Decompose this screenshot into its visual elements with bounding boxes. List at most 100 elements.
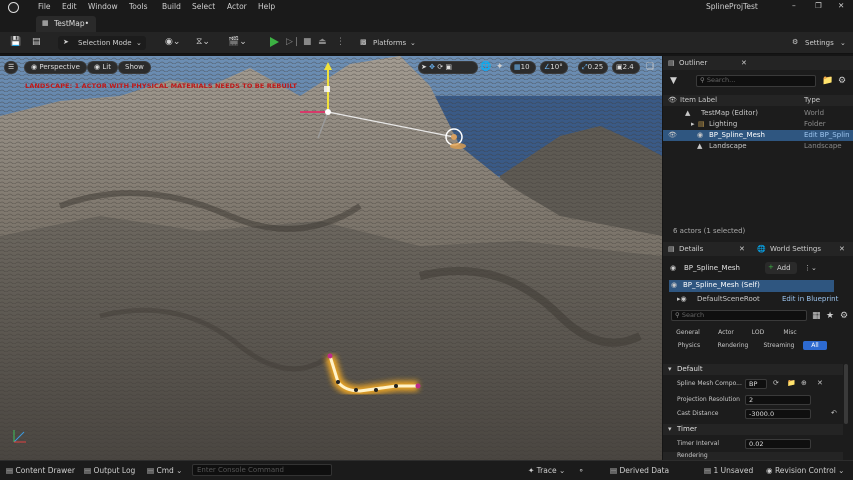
clear-icon[interactable]: ✕ bbox=[817, 379, 823, 387]
details-search-input[interactable]: ⚲ Search bbox=[671, 310, 807, 321]
outliner-row-lighting[interactable]: ▸ ▤ Lighting Folder bbox=[663, 119, 853, 130]
select-tool-icon[interactable]: ➤ bbox=[421, 63, 427, 71]
outliner-close-icon[interactable]: ✕ bbox=[741, 59, 747, 67]
show-button[interactable]: Show bbox=[118, 61, 151, 74]
cinematics-icon[interactable]: 🎬⌄ bbox=[228, 37, 247, 47]
transform-tools[interactable]: ➤ ✥ ⟳ ▣ bbox=[418, 61, 478, 74]
menu-file[interactable]: File bbox=[38, 2, 51, 11]
stop-icon[interactable]: ■ bbox=[303, 37, 312, 47]
add-component-button[interactable]: + Add bbox=[765, 262, 797, 274]
outliner-settings-icon[interactable]: ⚙ bbox=[838, 76, 846, 86]
add-folder-icon[interactable]: 📁 bbox=[822, 76, 833, 86]
outliner-row-landscape[interactable]: ▲ Landscape Landscape bbox=[663, 141, 853, 152]
section-default[interactable]: ▾ Default bbox=[663, 364, 843, 375]
filter-actor[interactable]: Actor bbox=[711, 328, 741, 337]
blueprint-icon[interactable]: ⧖⌄ bbox=[196, 37, 210, 47]
more-options-icon[interactable]: ⋮ bbox=[336, 37, 345, 47]
component-self-row[interactable]: ◉ BP_Spline_Mesh (Self) bbox=[669, 280, 834, 292]
outliner-col-type[interactable]: Type bbox=[804, 96, 820, 104]
content-icon[interactable]: ▤ bbox=[32, 37, 41, 47]
menu-window[interactable]: Window bbox=[88, 2, 118, 11]
visibility-icon[interactable]: 👁 bbox=[668, 131, 677, 139]
outliner-row-bp-spline-mesh[interactable]: 👁 ◉ BP_Spline_Mesh Edit BP_Splin bbox=[663, 130, 853, 141]
minimize-icon[interactable]: – bbox=[792, 1, 796, 10]
filter-rendering[interactable]: Rendering bbox=[714, 341, 752, 350]
scale-snap-toggle[interactable]: ⤢0.25 bbox=[578, 61, 608, 74]
surface-snap-icon[interactable]: ✦ bbox=[496, 62, 504, 72]
restore-icon[interactable]: ❐ bbox=[815, 1, 822, 10]
world-space-icon[interactable]: 🌐 bbox=[480, 62, 491, 72]
edit-blueprint-link[interactable]: Edit BP_Splin bbox=[804, 131, 850, 139]
filter-icon[interactable]: ▼ bbox=[670, 76, 677, 86]
add-element-icon[interactable]: ⊕ bbox=[801, 379, 807, 387]
filter-physics[interactable]: Physics bbox=[670, 341, 708, 350]
component-self-label: BP_Spline_Mesh (Self) bbox=[683, 281, 760, 289]
revision-control-button[interactable]: ◉ Revision Control ⌄ bbox=[766, 466, 844, 475]
output-log-button[interactable]: ▤ Output Log bbox=[84, 466, 135, 475]
unsaved-button[interactable]: ▤ 1 Unsaved bbox=[704, 466, 753, 475]
save-icon[interactable]: 💾 bbox=[10, 37, 21, 47]
outliner-col-label[interactable]: Item Label bbox=[680, 96, 717, 104]
cast-distance-input[interactable]: -3000.0 bbox=[745, 409, 811, 419]
derived-data-button[interactable]: ▤ Derived Data bbox=[610, 466, 669, 475]
camera-speed-button[interactable]: ▣2.4 bbox=[612, 61, 640, 74]
use-selected-icon[interactable]: ⟳ bbox=[773, 379, 779, 387]
filter-general[interactable]: General bbox=[670, 328, 706, 337]
menu-edit[interactable]: Edit bbox=[62, 2, 77, 11]
outliner-row-world[interactable]: ▲ TestMap (Editor) World bbox=[663, 108, 853, 119]
filter-streaming[interactable]: Streaming bbox=[760, 341, 798, 350]
level-viewport[interactable] bbox=[0, 56, 662, 460]
section-timer[interactable]: ▾ Timer bbox=[663, 424, 843, 435]
play-icon[interactable] bbox=[270, 37, 279, 47]
world-settings-close-icon[interactable]: ✕ bbox=[839, 245, 845, 253]
spline-mesh-asset-picker[interactable]: BP bbox=[745, 379, 767, 389]
menu-tools[interactable]: Tools bbox=[129, 2, 147, 11]
step-icon[interactable]: ▷❘ bbox=[286, 37, 300, 47]
details-settings-icon[interactable]: ⚙ bbox=[840, 311, 848, 321]
section-rendering[interactable]: Rendering bbox=[663, 452, 843, 460]
reset-to-default-icon[interactable]: ↶ bbox=[831, 409, 837, 417]
component-root-row[interactable]: ▸◉ DefaultSceneRoot Edit in Blueprint bbox=[669, 294, 839, 305]
add-actor-icon[interactable]: ◉⌄ bbox=[165, 37, 180, 47]
details-close-icon[interactable]: ✕ bbox=[739, 245, 745, 253]
world-settings-tab[interactable]: World Settings bbox=[770, 245, 821, 253]
menu-help[interactable]: Help bbox=[258, 2, 275, 11]
move-tool-icon[interactable]: ✥ bbox=[429, 63, 435, 71]
blueprint-options-icon[interactable]: ⋮⌄ bbox=[804, 264, 817, 272]
close-icon[interactable]: ✕ bbox=[838, 1, 844, 10]
timer-interval-input[interactable]: 0.02 bbox=[745, 439, 811, 449]
rotate-tool-icon[interactable]: ⟳ bbox=[437, 63, 443, 71]
settings-button[interactable]: ⚙ Settings ⌄ bbox=[790, 36, 850, 50]
viewport-menu-button[interactable]: ☰ bbox=[4, 61, 18, 74]
content-drawer-button[interactable]: ▤ Content Drawer bbox=[6, 466, 75, 475]
cmd-dropdown[interactable]: ▤ Cmd ⌄ bbox=[147, 466, 182, 475]
menu-select[interactable]: Select bbox=[192, 2, 215, 11]
outliner-search-input[interactable]: ⚲ Search... bbox=[696, 75, 816, 87]
details-scrollbar[interactable] bbox=[844, 364, 848, 424]
perspective-button[interactable]: ◉ Perspective bbox=[24, 61, 87, 74]
projection-resolution-input[interactable]: 2 bbox=[745, 395, 811, 405]
edit-in-blueprint-link[interactable]: Edit in Blueprint bbox=[782, 295, 838, 303]
tab-testmap[interactable]: ▦ TestMap• bbox=[36, 16, 96, 32]
maximize-viewport-icon[interactable]: ❏ bbox=[646, 62, 654, 72]
rotation-snap-toggle[interactable]: ∠10° bbox=[540, 61, 568, 74]
expand-arrow-icon[interactable]: ▸ bbox=[691, 120, 695, 128]
browse-icon[interactable]: 📁 bbox=[787, 379, 796, 387]
trace-dropdown[interactable]: ✦ Trace ⌄ bbox=[528, 466, 565, 475]
grid-snap-toggle[interactable]: ▦10 bbox=[510, 61, 536, 74]
platforms-button[interactable]: ▩ Platforms ⌄ bbox=[356, 36, 418, 50]
selection-mode-dropdown[interactable]: ➤ Selection Mode ⌄ bbox=[58, 36, 146, 50]
filter-misc[interactable]: Misc bbox=[776, 328, 804, 337]
menu-build[interactable]: Build bbox=[162, 2, 181, 11]
property-matrix-icon[interactable]: ▦ bbox=[812, 311, 821, 321]
filter-lod[interactable]: LOD bbox=[746, 328, 770, 337]
more-icon[interactable]: ⚬ bbox=[578, 466, 584, 475]
eject-icon[interactable]: ⏏ bbox=[318, 37, 327, 47]
console-input[interactable]: Enter Console Command bbox=[192, 464, 332, 476]
filter-all[interactable]: All bbox=[803, 341, 827, 350]
favorites-star-icon[interactable]: ★ bbox=[826, 311, 834, 321]
scale-tool-icon[interactable]: ▣ bbox=[445, 63, 452, 71]
lit-button[interactable]: ◉ Lit bbox=[87, 61, 118, 74]
details-title[interactable]: Details bbox=[679, 245, 703, 253]
menu-actor[interactable]: Actor bbox=[227, 2, 247, 11]
